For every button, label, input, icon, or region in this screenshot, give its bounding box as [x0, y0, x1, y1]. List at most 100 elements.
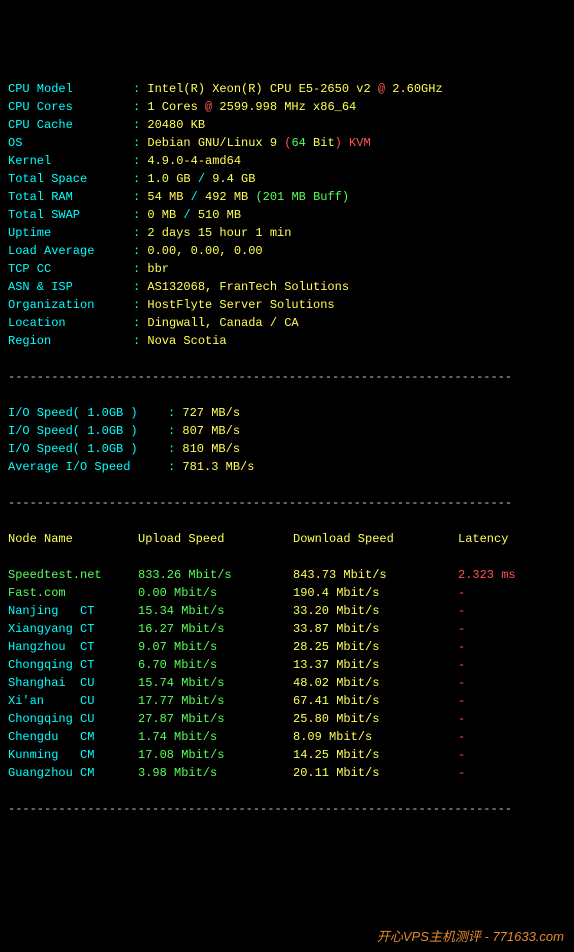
io-value: 781.3 MB/s [182, 460, 254, 474]
speedtest-latency: - [458, 728, 465, 746]
speedtest-download: 28.25 Mbit/s [293, 638, 458, 656]
divider: ----------------------------------------… [8, 368, 566, 386]
speedtest-download: 190.4 Mbit/s [293, 584, 458, 602]
speedtest-download: 8.09 Mbit/s [293, 728, 458, 746]
io-row: I/O Speed( 1.0GB ): 727 MB/s [8, 404, 566, 422]
speedtest-row: Shanghai CU15.74 Mbit/s48.02 Mbit/s- [8, 674, 566, 692]
speedtest-row: Guangzhou CM3.98 Mbit/s20.11 Mbit/s- [8, 764, 566, 782]
os: Debian GNU/Linux 9 (64 Bit) KVM [147, 136, 370, 150]
speedtest-download: 13.37 Mbit/s [293, 656, 458, 674]
sysinfo-row: Region: Nova Scotia [8, 332, 566, 350]
sysinfo-label: Total Space [8, 170, 133, 188]
system-info-block: CPU Model: Intel(R) Xeon(R) CPU E5-2650 … [8, 80, 566, 350]
io-value: 807 MB/s [182, 424, 240, 438]
speedtest-latency: - [458, 710, 465, 728]
speedtest-latency: - [458, 656, 465, 674]
speedtest-node: Xiangyang CT [8, 620, 138, 638]
speedtest-download: 33.20 Mbit/s [293, 602, 458, 620]
speedtest-row: Xi'an CU17.77 Mbit/s67.41 Mbit/s- [8, 692, 566, 710]
kernel: 4.9.0-4-amd64 [147, 154, 241, 168]
speedtest-upload: 15.34 Mbit/s [138, 602, 293, 620]
speedtest-node: Chongqing CT [8, 656, 138, 674]
uptime: 2 days 15 hour 1 min [147, 226, 291, 240]
header-download: Download Speed [293, 530, 458, 548]
speedtest-latency: 2.323 ms [458, 566, 516, 584]
speedtest-row: Fast.com0.00 Mbit/s190.4 Mbit/s- [8, 584, 566, 602]
region: Nova Scotia [147, 334, 226, 348]
sysinfo-row: Kernel: 4.9.0-4-amd64 [8, 152, 566, 170]
sysinfo-label: CPU Cores [8, 98, 133, 116]
tcp-cc: bbr [147, 262, 169, 276]
location: Dingwall, Canada / CA [147, 316, 298, 330]
sysinfo-label: Organization [8, 296, 133, 314]
speedtest-download: 20.11 Mbit/s [293, 764, 458, 782]
io-label: I/O Speed( 1.0GB ) [8, 404, 168, 422]
sysinfo-row: Location: Dingwall, Canada / CA [8, 314, 566, 332]
speedtest-node: Guangzhou CM [8, 764, 138, 782]
sysinfo-row: ASN & ISP: AS132068, FranTech Solutions [8, 278, 566, 296]
speedtest-latency: - [458, 746, 465, 764]
io-label: I/O Speed( 1.0GB ) [8, 440, 168, 458]
speedtest-node: Speedtest.net [8, 566, 138, 584]
io-value: 727 MB/s [182, 406, 240, 420]
speedtest-download: 48.02 Mbit/s [293, 674, 458, 692]
sysinfo-row: TCP CC: bbr [8, 260, 566, 278]
sysinfo-label: Total SWAP [8, 206, 133, 224]
sysinfo-row: CPU Cache: 20480 KB [8, 116, 566, 134]
sysinfo-row: Load Average: 0.00, 0.00, 0.00 [8, 242, 566, 260]
total-ram: 54 MB / 492 MB (201 MB Buff) [147, 190, 349, 204]
speedtest-upload: 15.74 Mbit/s [138, 674, 293, 692]
io-speed-block: I/O Speed( 1.0GB ): 727 MB/sI/O Speed( 1… [8, 404, 566, 476]
divider: ----------------------------------------… [8, 800, 566, 818]
speedtest-row: Hangzhou CT9.07 Mbit/s28.25 Mbit/s- [8, 638, 566, 656]
sysinfo-label: Location [8, 314, 133, 332]
speedtest-upload: 3.98 Mbit/s [138, 764, 293, 782]
io-row: Average I/O Speed: 781.3 MB/s [8, 458, 566, 476]
io-label: I/O Speed( 1.0GB ) [8, 422, 168, 440]
speedtest-node: Kunming CM [8, 746, 138, 764]
speedtest-row: Kunming CM17.08 Mbit/s14.25 Mbit/s- [8, 746, 566, 764]
speedtest-node: Xi'an CU [8, 692, 138, 710]
speedtest-latency: - [458, 584, 465, 602]
speedtest-row: Chongqing CT6.70 Mbit/s13.37 Mbit/s- [8, 656, 566, 674]
speedtest-download: 14.25 Mbit/s [293, 746, 458, 764]
sysinfo-row: Total Space: 1.0 GB / 9.4 GB [8, 170, 566, 188]
header-upload: Upload Speed [138, 530, 293, 548]
sysinfo-label: Total RAM [8, 188, 133, 206]
speedtest-download: 25.80 Mbit/s [293, 710, 458, 728]
speedtest-upload: 17.08 Mbit/s [138, 746, 293, 764]
speedtest-results-block: Speedtest.net833.26 Mbit/s843.73 Mbit/s2… [8, 566, 566, 782]
sysinfo-row: Total SWAP: 0 MB / 510 MB [8, 206, 566, 224]
speedtest-latency: - [458, 692, 465, 710]
speedtest-latency: - [458, 638, 465, 656]
speedtest-upload: 27.87 Mbit/s [138, 710, 293, 728]
watermark: 开心VPS主机测评 - 771633.com [377, 927, 564, 947]
sysinfo-label: Kernel [8, 152, 133, 170]
divider: ----------------------------------------… [8, 494, 566, 512]
speedtest-latency: - [458, 602, 465, 620]
speedtest-upload: 6.70 Mbit/s [138, 656, 293, 674]
io-row: I/O Speed( 1.0GB ): 807 MB/s [8, 422, 566, 440]
speedtest-latency: - [458, 674, 465, 692]
sysinfo-row: OS: Debian GNU/Linux 9 (64 Bit) KVM [8, 134, 566, 152]
speedtest-node: Hangzhou CT [8, 638, 138, 656]
speedtest-node: Chongqing CU [8, 710, 138, 728]
speedtest-row: Speedtest.net833.26 Mbit/s843.73 Mbit/s2… [8, 566, 566, 584]
sysinfo-row: CPU Cores: 1 Cores @ 2599.998 MHz x86_64 [8, 98, 566, 116]
sysinfo-label: ASN & ISP [8, 278, 133, 296]
speedtest-header-row: Node NameUpload SpeedDownload SpeedLaten… [8, 530, 566, 548]
sysinfo-label: OS [8, 134, 133, 152]
cpu-model: Intel(R) Xeon(R) CPU E5-2650 v2 @ 2.60GH… [147, 82, 442, 96]
io-row: I/O Speed( 1.0GB ): 810 MB/s [8, 440, 566, 458]
speedtest-upload: 833.26 Mbit/s [138, 566, 293, 584]
cpu-cache: 20480 KB [147, 118, 205, 132]
speedtest-download: 67.41 Mbit/s [293, 692, 458, 710]
speedtest-upload: 9.07 Mbit/s [138, 638, 293, 656]
speedtest-row: Nanjing CT15.34 Mbit/s33.20 Mbit/s- [8, 602, 566, 620]
header-node: Node Name [8, 530, 138, 548]
speedtest-row: Xiangyang CT16.27 Mbit/s33.87 Mbit/s- [8, 620, 566, 638]
speedtest-latency: - [458, 620, 465, 638]
sysinfo-label: Load Average [8, 242, 133, 260]
organization: HostFlyte Server Solutions [147, 298, 334, 312]
speedtest-upload: 17.77 Mbit/s [138, 692, 293, 710]
